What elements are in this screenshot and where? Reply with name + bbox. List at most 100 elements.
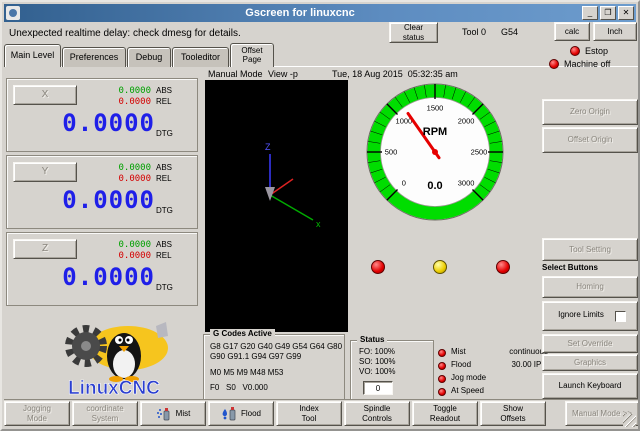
override-spinbox[interactable]: 0 <box>363 381 393 395</box>
graphics-button[interactable]: Graphics <box>542 354 638 371</box>
svg-text:2500: 2500 <box>471 148 488 157</box>
tab-offset-page[interactable]: Offset Page <box>230 43 274 67</box>
app-icon <box>6 6 20 20</box>
launch-keyboard-button[interactable]: Launch Keyboard <box>542 373 638 399</box>
machine-off-led-icon <box>549 59 559 69</box>
axis-x-letter: X <box>42 89 49 101</box>
estop-led-icon <box>570 46 580 56</box>
maximize-icon[interactable]: ❐ <box>600 6 616 20</box>
x-dtg-value: 0.0000 <box>15 109 155 137</box>
spindle-override-value: SO: 100% <box>359 357 395 366</box>
dtg-label: DTG <box>156 206 173 215</box>
homing-button[interactable]: Homing <box>542 276 638 298</box>
clear-status-button[interactable]: Clear status <box>389 22 438 43</box>
tab-main-level[interactable]: Main Level <box>4 44 61 67</box>
gscreen-window: Gscreen for linuxcnc _ ❐ ✕ Unexpected re… <box>0 0 640 431</box>
flood-button[interactable]: Flood <box>208 401 274 426</box>
linuxcnc-logo: LinuxCNC <box>38 320 190 398</box>
ignore-limits-label: Ignore Limits <box>555 310 607 319</box>
axis-z-label: Z <box>265 142 271 152</box>
z-rel-value: 0.0000 <box>85 251 151 261</box>
axis-x-button[interactable]: X <box>13 85 77 105</box>
at-speed-label: At Speed <box>451 386 484 395</box>
rel-label: REL <box>156 174 172 183</box>
svg-text:500: 500 <box>385 148 398 157</box>
gauge-value: 0.0 <box>365 180 505 192</box>
ignore-limits-checkbutton[interactable]: Ignore Limits <box>542 301 638 331</box>
tool-setting-button[interactable]: Tool Setting <box>542 238 638 261</box>
toggle-readout-button[interactable]: Toggle Readout <box>412 401 478 426</box>
axis-z-letter: Z <box>42 243 48 255</box>
dtg-label: DTG <box>156 283 173 292</box>
abs-label: ABS <box>156 240 172 249</box>
at-speed-led-icon <box>438 388 446 396</box>
tab-debug[interactable]: Debug <box>127 47 171 67</box>
y-rel-value: 0.0000 <box>85 174 151 184</box>
rel-label: REL <box>156 97 172 106</box>
feed-override-value: FO: 100% <box>359 347 395 356</box>
z-abs-value: 0.0000 <box>85 240 151 250</box>
abs-label: ABS <box>156 86 172 95</box>
spindle-cw-led-icon <box>496 260 510 274</box>
tab-preferences[interactable]: Preferences <box>62 47 126 67</box>
datetime-label: Tue, 18 Aug 2015 05:32:35 am <box>332 69 458 79</box>
wcs-label: G54 <box>501 27 518 37</box>
zero-origin-button[interactable]: Zero Origin <box>542 99 638 125</box>
flood-button-label: Flood <box>241 409 261 418</box>
gcodes-line: G8 G17 G20 G40 G49 G54 G64 G80 <box>210 342 342 351</box>
axis-z-button[interactable]: Z <box>13 239 77 259</box>
jogging-mode-label: Jogging Mode <box>13 404 61 422</box>
flood-led-icon <box>438 362 446 370</box>
titlebar: Gscreen for linuxcnc _ ❐ ✕ <box>4 4 636 22</box>
window-title: Gscreen for linuxcnc <box>20 7 580 19</box>
tab-tooleditor[interactable]: Tooleditor <box>172 47 229 67</box>
graphics-label: Graphics <box>574 358 606 367</box>
toolbar-divider <box>4 399 640 400</box>
set-override-label: Set Override <box>568 339 613 348</box>
offset-origin-button[interactable]: Offset Origin <box>542 127 638 153</box>
gcodes-title: G Codes Active <box>210 329 275 338</box>
svg-text:2000: 2000 <box>458 116 475 125</box>
rpm-gauge: 050010001500200025003000 RPM 0.0 <box>365 82 505 222</box>
jogging-mode-button[interactable]: Jogging Mode <box>4 401 70 426</box>
jog-mode-led-icon <box>438 375 446 383</box>
close-icon[interactable]: ✕ <box>618 6 634 20</box>
mist-button-label: Mist <box>176 409 191 418</box>
select-buttons-header: Select Buttons <box>542 263 598 272</box>
gauge-title: RPM <box>365 126 505 138</box>
set-override-button[interactable]: Set Override <box>542 334 638 353</box>
dro-frame-y: Y 0.0000 ABS 0.0000 REL 0.0000 DTG <box>6 155 198 229</box>
axis-y-button[interactable]: Y <box>13 162 77 182</box>
mcodes-line: M0 M5 M9 M48 M53 <box>210 368 283 377</box>
ignore-limits-checkbox[interactable] <box>615 311 626 322</box>
status-title: Status <box>357 335 387 344</box>
dtg-label: DTG <box>156 129 173 138</box>
axis-x-label: x <box>316 219 321 229</box>
origin-axes-icon: Z x <box>205 80 348 332</box>
tool-setting-label: Tool Setting <box>569 245 611 254</box>
offset-origin-label: Offset Origin <box>568 135 613 144</box>
units-button[interactable]: Inch <box>593 22 637 41</box>
gremlin-3d-view[interactable]: Z x <box>205 80 348 332</box>
spindle-controls-button[interactable]: Spindle Controls <box>344 401 410 426</box>
svg-text:1500: 1500 <box>427 104 444 113</box>
abs-label: ABS <box>156 163 172 172</box>
mist-button[interactable]: Mist <box>140 401 206 426</box>
velocity-override-value: VO: 100% <box>359 367 395 376</box>
minimize-icon[interactable]: _ <box>582 6 598 20</box>
x-abs-value: 0.0000 <box>85 86 151 96</box>
status-frame: Status FO: 100% SO: 100% VO: 100% 0 <box>350 340 434 400</box>
resize-grip[interactable] <box>623 414 636 427</box>
index-tool-button[interactable]: Index Tool <box>276 401 342 426</box>
view-label: View -p <box>268 69 298 79</box>
y-dtg-value: 0.0000 <box>15 186 155 214</box>
jog-continuous-value: continuous <box>494 347 548 356</box>
coordinate-system-button[interactable]: coordinate System <box>72 401 138 426</box>
homing-label: Homing <box>576 282 604 291</box>
z-dtg-value: 0.0000 <box>15 263 155 291</box>
estop-label: Estop <box>585 46 608 56</box>
rpm-gauge-dial: 050010001500200025003000 <box>365 82 505 222</box>
calc-button[interactable]: calc <box>554 22 590 41</box>
show-offsets-button[interactable]: Show Offsets <box>480 401 546 426</box>
dro-frame-x: X 0.0000 ABS 0.0000 REL 0.0000 DTG <box>6 78 198 152</box>
